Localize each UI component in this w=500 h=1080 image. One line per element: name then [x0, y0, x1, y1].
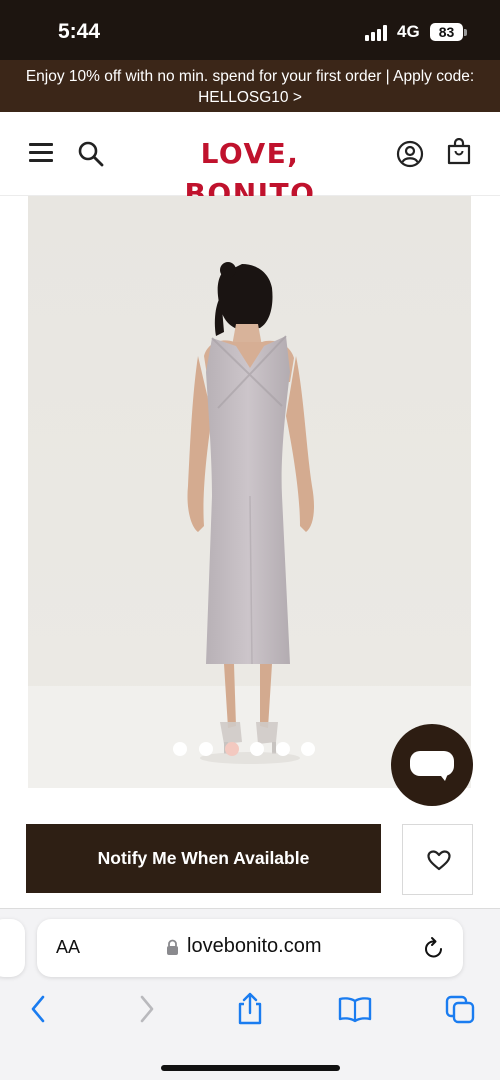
- wishlist-button[interactable]: [402, 824, 473, 895]
- text-size-label: AA: [56, 937, 81, 957]
- carousel-dot[interactable]: [250, 742, 264, 756]
- browser-chrome: AA lovebonito.com: [0, 908, 500, 1080]
- share-icon[interactable]: [235, 991, 265, 1027]
- carousel-dot[interactable]: [199, 742, 213, 756]
- battery-level: 83: [438, 24, 455, 40]
- bookmarks-icon[interactable]: [337, 991, 373, 1027]
- chat-icon-tail: [437, 771, 449, 781]
- user-account-icon[interactable]: [396, 140, 424, 168]
- battery-icon: 83: [430, 23, 463, 41]
- hamburger-menu-icon[interactable]: [29, 143, 53, 163]
- shopping-bag-icon[interactable]: [446, 138, 472, 166]
- forward-icon[interactable]: [135, 991, 157, 1027]
- product-photo-illustration: [28, 196, 471, 788]
- promo-text-line2[interactable]: HELLOSG10 >: [0, 87, 500, 108]
- status-bar: 5:44 4G 83: [0, 0, 500, 60]
- notify-me-button[interactable]: Notify Me When Available: [26, 824, 381, 893]
- mobile-page: 5:44 4G 83 Enjoy 10% off with no min. sp…: [0, 0, 500, 1080]
- product-image[interactable]: [28, 196, 471, 788]
- promo-text-line1: Enjoy 10% off with no min. spend for you…: [25, 68, 475, 85]
- address-bar[interactable]: AA lovebonito.com: [37, 919, 463, 977]
- heart-icon: [427, 850, 451, 871]
- lock-icon: [167, 939, 178, 955]
- battery-tip: [464, 29, 467, 36]
- network-type: 4G: [397, 22, 420, 41]
- brand-logo[interactable]: LOVE, BONITO: [140, 134, 360, 210]
- previous-tab-card[interactable]: [0, 919, 25, 977]
- carousel-dot-active[interactable]: [225, 742, 239, 756]
- cellular-signal-icon: [365, 25, 391, 41]
- site-header: LOVE, BONITO: [0, 112, 500, 210]
- status-time: 5:44: [58, 20, 101, 43]
- carousel-dot[interactable]: [301, 742, 315, 756]
- chat-button[interactable]: [391, 724, 473, 806]
- home-indicator: [161, 1065, 340, 1071]
- carousel-dot[interactable]: [276, 742, 290, 756]
- search-icon[interactable]: [77, 140, 105, 168]
- back-icon[interactable]: [28, 991, 50, 1027]
- text-size-button[interactable]: AA: [56, 937, 80, 958]
- promo-banner[interactable]: Enjoy 10% off with no min. spend for you…: [0, 60, 500, 112]
- reload-icon[interactable]: [423, 936, 445, 960]
- tabs-icon[interactable]: [444, 991, 476, 1027]
- url-text: lovebonito.com: [187, 935, 322, 957]
- carousel-dot[interactable]: [173, 742, 187, 756]
